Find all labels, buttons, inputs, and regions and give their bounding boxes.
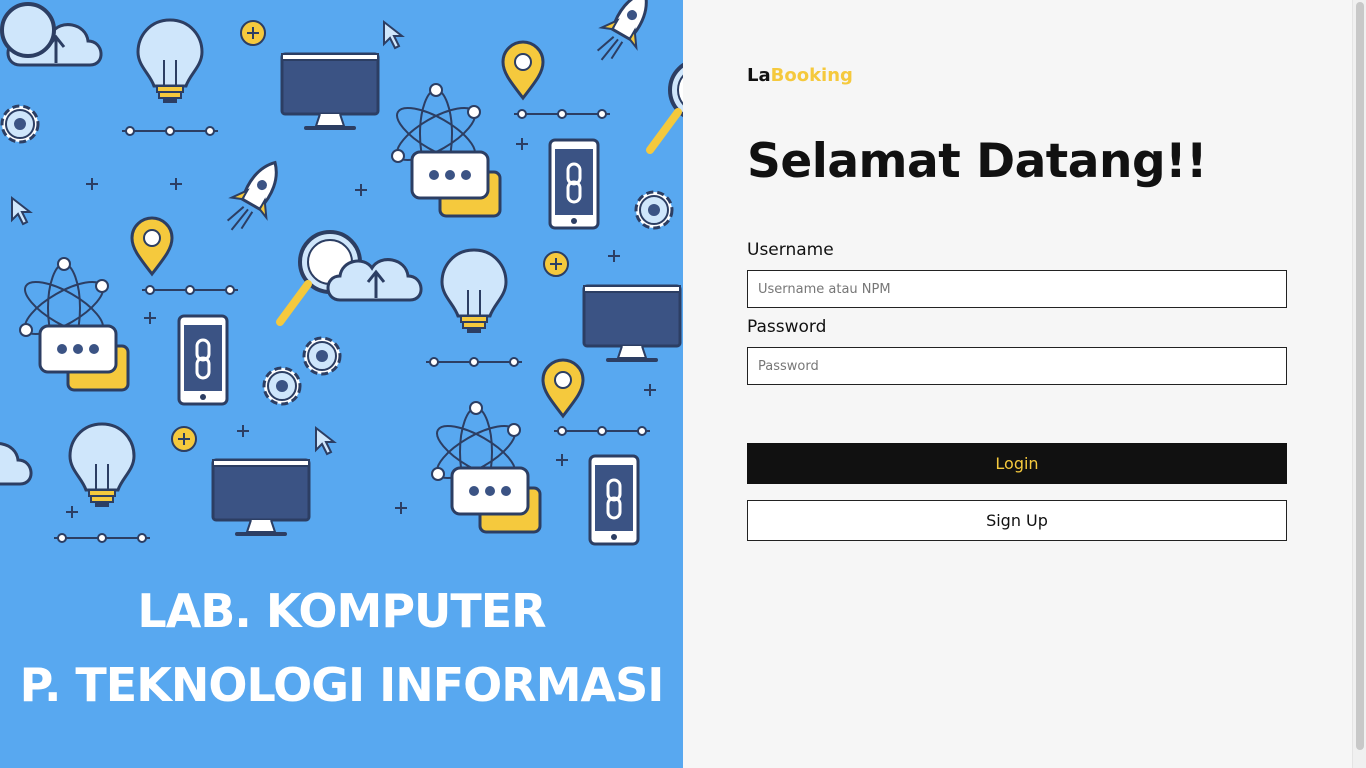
cursor-icon [315,427,335,455]
plus-icon [354,183,368,197]
plus-icon [543,251,569,277]
lightbulb-icon [68,422,136,509]
login-button[interactable]: Login [747,443,1287,484]
map-pin-icon [130,216,174,276]
username-input[interactable] [747,270,1287,308]
plus-icon [85,177,99,191]
chat-bubble-icon [450,466,542,534]
password-label: Password [747,317,827,337]
dotline-icon [53,533,151,543]
gear-icon [0,104,40,144]
scrollbar-thumb[interactable] [1356,2,1364,750]
plus-icon [240,20,266,46]
monitor-icon [582,284,682,364]
plus-icon [236,424,250,438]
lightbulb-icon [136,18,204,105]
magnifier-icon [650,60,683,150]
plus-icon [143,311,157,325]
cursor-icon [11,197,31,225]
plus-icon [169,177,183,191]
gear-icon [634,190,674,230]
hero-title-line1: LAB. KOMPUTER [137,584,546,638]
login-panel: LaBooking Selamat Datang!! Username Pass… [683,0,1352,768]
smartphone-link-icon [588,454,640,546]
plus-icon [171,426,197,452]
map-pin-icon [541,358,585,418]
smartphone-link-icon [548,138,600,230]
plus-icon [607,249,621,263]
plus-icon [555,453,569,467]
cursor-icon [383,21,403,49]
signup-button[interactable]: Sign Up [747,500,1287,541]
monitor-icon [211,458,311,538]
dotline-icon [513,109,611,119]
chat-bubble-icon [38,324,130,392]
username-label: Username [747,240,834,260]
brand-logo[interactable]: LaBooking [747,65,853,86]
hero-panel: LAB. KOMPUTER P. TEKNOLOGI INFORMASI [0,0,683,768]
dotline-icon [553,426,651,436]
plus-icon [515,137,529,151]
monitor-icon [280,52,380,132]
gear-icon [262,366,302,406]
plus-icon [643,383,657,397]
plus-icon [65,505,79,519]
rocket-icon [216,151,294,244]
welcome-heading: Selamat Datang!! [747,134,1207,189]
page-scrollbar[interactable] [1352,0,1366,768]
dotline-icon [425,357,523,367]
dotline-icon [121,126,219,136]
chat-bubble-icon [410,150,502,218]
dotline-icon [141,285,239,295]
hero-title-line2: P. TEKNOLOGI INFORMASI [19,658,665,712]
tech-illustration [0,0,683,546]
magnifier-icon [0,2,56,58]
gear-icon [302,336,342,376]
map-pin-icon [501,40,545,100]
plus-icon [394,501,408,515]
brand-prefix: La [747,65,771,86]
brand-suffix: Booking [770,65,853,86]
rocket-icon [586,0,664,74]
lightbulb-icon [440,248,508,335]
password-input[interactable] [747,347,1287,385]
smartphone-link-icon [177,314,229,406]
cloud-upload-icon [0,442,33,486]
